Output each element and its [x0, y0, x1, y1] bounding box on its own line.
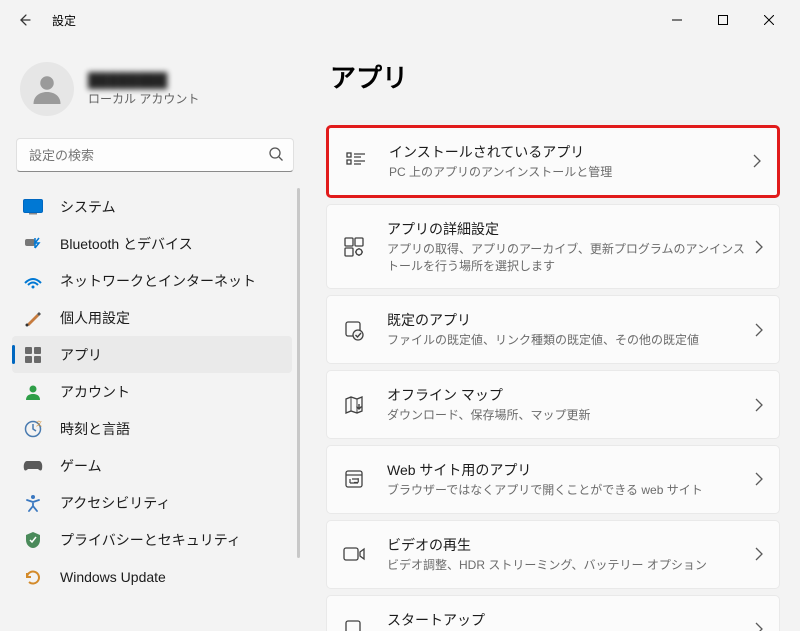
sidebar-item-windows-update[interactable]: Windows Update: [12, 558, 292, 595]
system-icon: [22, 196, 44, 218]
sidebar-item-accounts[interactable]: アカウント: [12, 373, 292, 410]
installed-apps-icon: [343, 148, 369, 174]
sidebar-item-time-language[interactable]: 文 時刻と言語: [12, 410, 292, 447]
main-panel: アプリ インストールされているアプリ PC 上のアプリのアンインストールと管理 …: [310, 40, 800, 631]
close-button[interactable]: [746, 4, 792, 36]
accounts-icon: [22, 381, 44, 403]
card-title: ビデオの再生: [387, 535, 747, 555]
sidebar-item-privacy[interactable]: プライバシーとセキュリティ: [12, 521, 292, 558]
search-box[interactable]: [16, 138, 294, 172]
sidebar-item-label: プライバシーとセキュリティ: [60, 530, 241, 550]
card-startup[interactable]: スタートアップ サインイン時に自動的に開始されるアプリ: [326, 595, 780, 631]
chevron-right-icon: [755, 622, 763, 631]
bluetooth-icon: [22, 233, 44, 255]
minimize-button[interactable]: [654, 4, 700, 36]
apps-for-websites-icon: [341, 466, 367, 492]
gaming-icon: [22, 455, 44, 477]
search-icon: [268, 146, 284, 162]
minimize-icon: [672, 15, 682, 25]
page-title: アプリ: [330, 58, 780, 95]
back-button[interactable]: [8, 4, 40, 36]
accessibility-icon: [22, 492, 44, 514]
card-subtitle: ダウンロード、保存場所、マップ更新: [387, 407, 747, 424]
card-subtitle: ファイルの既定値、リンク種類の既定値、その他の既定値: [387, 332, 747, 349]
chevron-right-icon: [755, 398, 763, 412]
card-title: 既定のアプリ: [387, 310, 747, 330]
card-installed-apps[interactable]: インストールされているアプリ PC 上のアプリのアンインストールと管理: [326, 125, 780, 198]
chevron-right-icon: [755, 472, 763, 486]
sidebar-item-label: アプリ: [60, 345, 102, 365]
profile-block[interactable]: ████████ ローカル アカウント: [12, 50, 298, 134]
personalization-icon: [22, 307, 44, 329]
sidebar-item-label: アクセシビリティ: [60, 493, 170, 513]
sidebar-item-label: Bluetooth とデバイス: [60, 234, 193, 254]
sidebar-item-gaming[interactable]: ゲーム: [12, 447, 292, 484]
sidebar-item-bluetooth[interactable]: Bluetooth とデバイス: [12, 225, 292, 262]
card-default-apps[interactable]: 既定のアプリ ファイルの既定値、リンク種類の既定値、その他の既定値: [326, 295, 780, 364]
svg-text:文: 文: [36, 420, 42, 428]
chevron-right-icon: [755, 323, 763, 337]
card-subtitle: ブラウザーではなくアプリで開くことができる web サイト: [387, 482, 747, 499]
privacy-icon: [22, 529, 44, 551]
sidebar-item-label: ゲーム: [60, 456, 102, 476]
sidebar-item-label: システム: [60, 197, 116, 217]
maximize-icon: [718, 15, 728, 25]
close-icon: [764, 15, 774, 25]
card-title: スタートアップ: [387, 610, 747, 630]
card-title: インストールされているアプリ: [389, 142, 745, 162]
search-input[interactable]: [16, 138, 294, 172]
card-subtitle: PC 上のアプリのアンインストールと管理: [389, 164, 745, 181]
sidebar-item-label: Windows Update: [60, 569, 166, 585]
card-offline-maps[interactable]: オフライン マップ ダウンロード、保存場所、マップ更新: [326, 370, 780, 439]
sidebar-item-system[interactable]: システム: [12, 188, 292, 225]
time-language-icon: 文: [22, 418, 44, 440]
card-title: オフライン マップ: [387, 385, 747, 405]
chevron-right-icon: [755, 240, 763, 254]
sidebar: ████████ ローカル アカウント システム Bluetooth とデバイス: [0, 40, 310, 631]
sidebar-item-personalization[interactable]: 個人用設定: [12, 299, 292, 336]
avatar: [20, 62, 74, 116]
video-playback-icon: [341, 541, 367, 567]
maximize-button[interactable]: [700, 4, 746, 36]
card-title: アプリの詳細設定: [387, 219, 747, 239]
person-icon: [29, 71, 65, 107]
offline-maps-icon: [341, 392, 367, 418]
sidebar-item-network[interactable]: ネットワークとインターネット: [12, 262, 292, 299]
sidebar-item-accessibility[interactable]: アクセシビリティ: [12, 484, 292, 521]
card-title: Web サイト用のアプリ: [387, 460, 747, 480]
advanced-settings-icon: [341, 234, 367, 260]
sidebar-item-label: アカウント: [60, 382, 130, 402]
apps-icon: [22, 344, 44, 366]
nav: システム Bluetooth とデバイス ネットワークとインターネット 個人用設…: [12, 188, 298, 631]
window-title: 設定: [52, 12, 76, 29]
windows-update-icon: [22, 566, 44, 588]
profile-subtitle: ローカル アカウント: [88, 90, 199, 107]
default-apps-icon: [341, 317, 367, 343]
chevron-right-icon: [753, 154, 761, 168]
startup-icon: [341, 616, 367, 631]
card-subtitle: ビデオ調整、HDR ストリーミング、バッテリー オプション: [387, 557, 747, 574]
card-apps-for-websites[interactable]: Web サイト用のアプリ ブラウザーではなくアプリで開くことができる web サ…: [326, 445, 780, 514]
profile-name: ████████: [88, 72, 199, 88]
card-advanced-app-settings[interactable]: アプリの詳細設定 アプリの取得、アプリのアーカイブ、更新プログラムのアンインスト…: [326, 204, 780, 290]
card-subtitle: アプリの取得、アプリのアーカイブ、更新プログラムのアンインストールを行う場所を選…: [387, 241, 747, 275]
card-video-playback[interactable]: ビデオの再生 ビデオ調整、HDR ストリーミング、バッテリー オプション: [326, 520, 780, 589]
sidebar-item-label: 時刻と言語: [60, 419, 130, 439]
arrow-left-icon: [16, 12, 32, 28]
network-icon: [22, 270, 44, 292]
titlebar: 設定: [0, 0, 800, 40]
sidebar-item-label: ネットワークとインターネット: [60, 271, 256, 291]
chevron-right-icon: [755, 547, 763, 561]
sidebar-item-apps[interactable]: アプリ: [12, 336, 292, 373]
sidebar-item-label: 個人用設定: [60, 308, 130, 328]
